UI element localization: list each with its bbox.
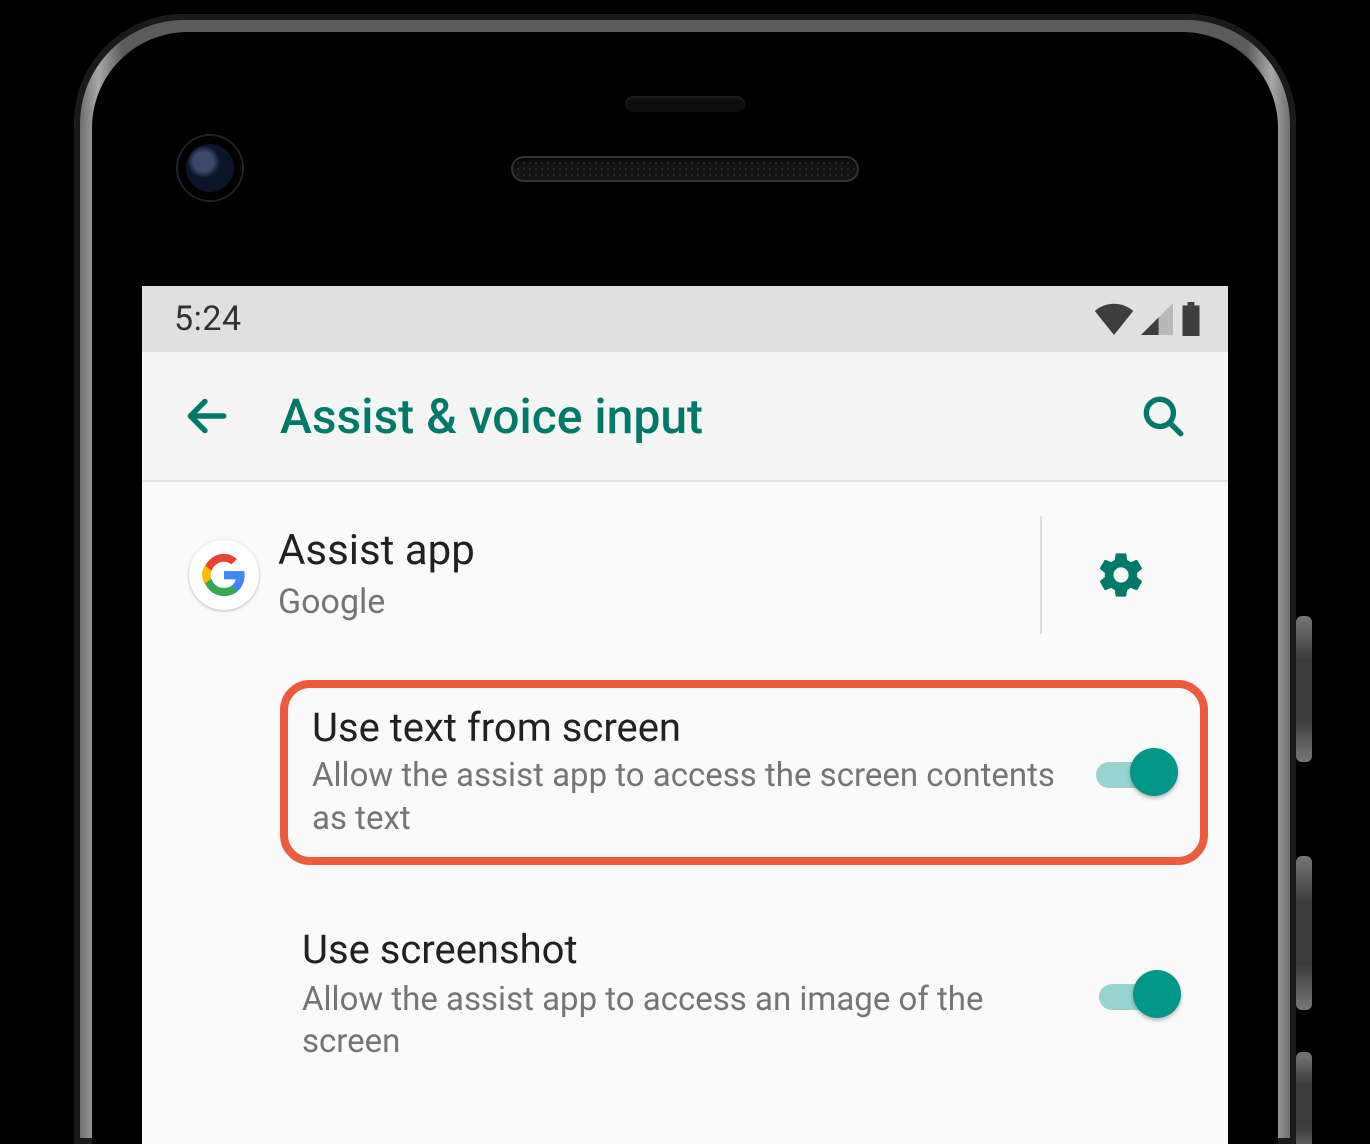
cellular-icon <box>1140 303 1174 335</box>
status-bar: 5:24 <box>142 286 1228 352</box>
phone-side-button <box>1296 856 1312 1010</box>
phone-frame-outer: 5:24 <box>74 14 1296 1144</box>
battery-icon <box>1180 302 1202 336</box>
phone-frame-inner: 5:24 <box>92 32 1278 1144</box>
assist-app-settings-button[interactable] <box>1091 545 1151 605</box>
phone-side-button <box>1296 1052 1312 1144</box>
assist-app-subtitle: Google <box>278 581 1030 625</box>
screen: 5:24 <box>142 286 1228 1144</box>
phone-front-camera <box>178 136 242 200</box>
phone-sensor-pill <box>625 96 745 112</box>
settings-list: Assist app Google <box>142 482 1228 1089</box>
use-text-title: Use text from screen <box>312 704 1062 751</box>
assist-app-row[interactable]: Assist app Google <box>142 490 1228 660</box>
search-icon <box>1138 391 1188 441</box>
phone-speaker <box>511 156 859 182</box>
arrow-left-icon <box>182 391 232 441</box>
page-title: Assist & voice input <box>280 388 703 445</box>
status-time: 5:24 <box>174 299 242 339</box>
status-icons <box>1094 302 1202 336</box>
toggle-thumb <box>1130 748 1178 796</box>
assist-app-icon-slot <box>170 540 278 610</box>
google-logo-icon <box>189 540 259 610</box>
search-button[interactable] <box>1126 379 1200 453</box>
app-bar: Assist & voice input <box>142 352 1228 482</box>
use-screenshot-subtitle: Allow the assist app to access an image … <box>302 979 1060 1063</box>
gear-icon <box>1095 549 1147 601</box>
assist-app-title: Assist app <box>278 525 1030 578</box>
use-text-from-screen-row[interactable]: Use text from screen Allow the assist ap… <box>280 680 1208 865</box>
phone-side-button <box>1296 616 1312 762</box>
device-mockup: 5:24 <box>0 0 1370 1144</box>
use-screenshot-title: Use screenshot <box>302 925 1060 975</box>
back-button[interactable] <box>170 379 244 453</box>
use-text-subtitle: Allow the assist app to access the scree… <box>312 755 1062 841</box>
use-screenshot-row[interactable]: Use screenshot Allow the assist app to a… <box>142 885 1228 1089</box>
wifi-icon <box>1094 303 1134 335</box>
toggle-thumb <box>1133 970 1181 1018</box>
use-screenshot-toggle[interactable] <box>1089 970 1181 1018</box>
use-text-toggle[interactable] <box>1086 748 1178 796</box>
